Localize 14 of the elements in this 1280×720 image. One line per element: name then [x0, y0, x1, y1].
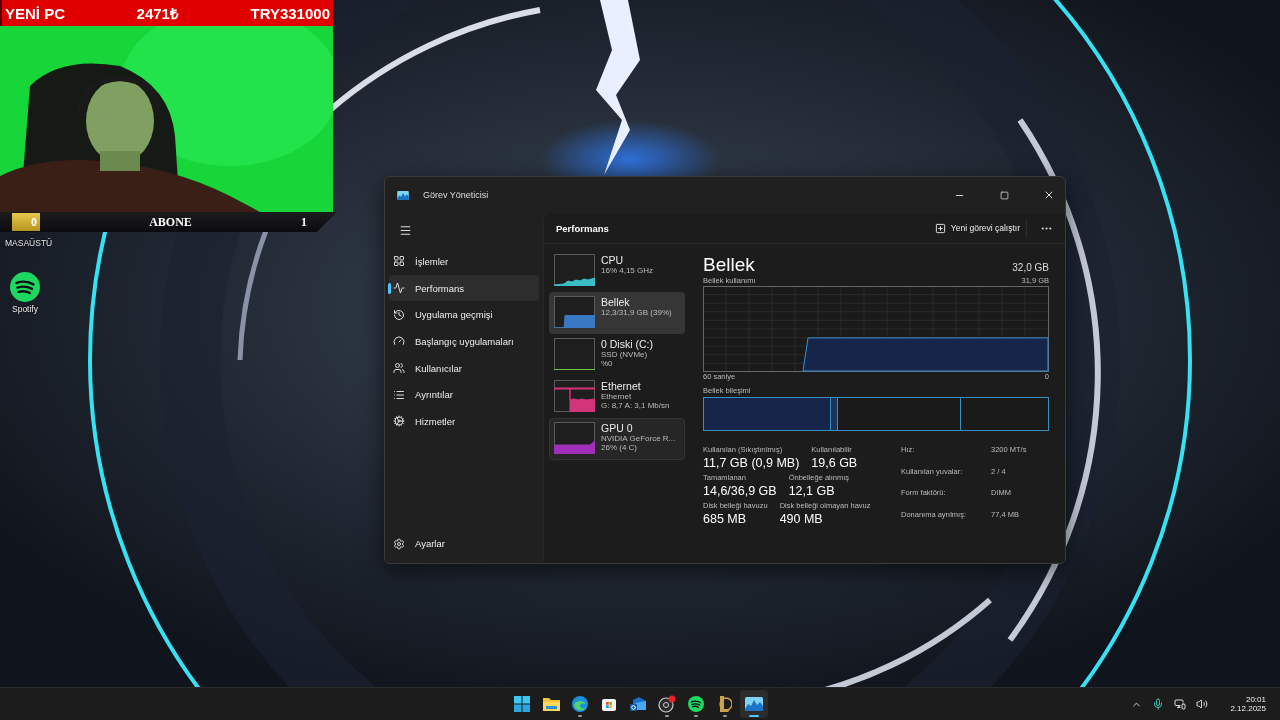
folder-icon — [542, 697, 560, 711]
browser-icon — [572, 696, 588, 712]
mail-icon — [630, 696, 646, 712]
record-icon — [658, 695, 676, 713]
clock[interactable]: 20:01 2.12.2025 — [1230, 695, 1266, 713]
chart-icon — [745, 697, 763, 711]
volume-icon[interactable] — [1196, 698, 1209, 710]
emblem-icon — [718, 695, 732, 713]
network-icon[interactable] — [1174, 698, 1187, 710]
microphone-icon[interactable] — [1152, 698, 1165, 710]
windows-logo-icon — [514, 696, 530, 712]
taskbar-app[interactable] — [740, 690, 768, 718]
spotify-logo-icon — [688, 696, 704, 712]
store-bag-icon — [601, 696, 617, 712]
